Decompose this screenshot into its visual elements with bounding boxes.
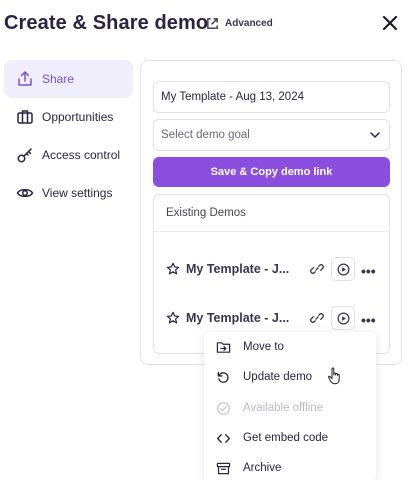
more-options-icon[interactable]: •••	[361, 312, 376, 328]
save-copy-demo-link-button[interactable]: Save & Copy demo link	[153, 157, 390, 187]
existing-demos-title: Existing Demos	[166, 207, 246, 219]
menu-item-label: Archive	[243, 462, 282, 474]
demo-goal-select[interactable]: Select demo goal	[153, 119, 390, 151]
menu-item-move-to[interactable]: Move to	[204, 332, 376, 362]
sidebar-item-share[interactable]: Share	[4, 60, 133, 98]
eye-icon	[16, 188, 34, 198]
menu-item-archive[interactable]: Archive	[204, 453, 376, 480]
sidebar-item-label: Access control	[42, 148, 121, 162]
link-icon[interactable]	[310, 262, 324, 276]
menu-item-label: Available offline	[243, 402, 324, 414]
template-name-input[interactable]: My Template - Aug 13, 2024	[153, 81, 390, 113]
star-icon[interactable]	[166, 262, 180, 276]
sidebar-item-label: Opportunities	[42, 110, 114, 124]
close-icon[interactable]	[381, 14, 399, 32]
demo-title[interactable]: My Template - J...	[186, 311, 304, 325]
dialog-title: Create & Share demo	[4, 12, 209, 34]
more-options-icon[interactable]: •••	[361, 263, 376, 279]
menu-item-available-offline: Available offline	[204, 393, 376, 423]
briefcase-icon	[17, 110, 33, 124]
share-upload-icon	[18, 71, 32, 86]
sidebar-item-label: Share	[42, 72, 75, 86]
sidebar-item-view-settings[interactable]: View settings	[0, 174, 135, 212]
external-link-icon	[207, 18, 218, 29]
play-circle-icon	[337, 312, 349, 324]
existing-demos-card: Existing Demos My Template - J... ••• My…	[153, 194, 390, 354]
demo-row: My Template - J... •••	[166, 257, 386, 281]
key-icon	[17, 148, 32, 163]
code-icon	[217, 433, 230, 443]
advanced-label: Advanced	[225, 18, 273, 29]
sidebar-item-access-control[interactable]: Access control	[0, 136, 135, 174]
menu-item-get-embed-code[interactable]: Get embed code	[204, 423, 376, 453]
dialog-header: Create & Share demo Advanced	[0, 0, 413, 48]
play-circle-icon	[337, 263, 349, 275]
link-icon[interactable]	[310, 311, 324, 325]
menu-item-update-demo[interactable]: Update demo	[204, 362, 376, 392]
hand-cursor-icon	[328, 367, 340, 385]
menu-item-label: Get embed code	[243, 432, 329, 444]
chevron-down-icon	[370, 132, 380, 138]
divider	[154, 231, 389, 232]
share-panel: My Template - Aug 13, 2024 Select demo g…	[140, 60, 402, 365]
advanced-link[interactable]: Advanced	[206, 17, 273, 30]
template-name-value: My Template - Aug 13, 2024	[161, 91, 304, 103]
archive-icon	[216, 462, 231, 474]
move-to-folder-icon	[216, 341, 231, 353]
refresh-icon	[217, 371, 229, 383]
play-demo-button[interactable]	[331, 306, 355, 330]
settings-sidebar: Share Opportunities Access control View …	[0, 60, 135, 212]
menu-item-label: Move to	[243, 341, 284, 353]
sidebar-item-opportunities[interactable]: Opportunities	[0, 98, 135, 136]
demo-row: My Template - J... •••	[166, 306, 386, 330]
star-icon[interactable]	[166, 311, 180, 325]
check-circle-icon	[217, 401, 230, 415]
menu-item-label: Update demo	[243, 371, 313, 383]
demo-title[interactable]: My Template - J...	[186, 262, 304, 276]
demo-context-menu: Move to Update demo Available offline Ge…	[204, 332, 376, 480]
play-demo-button[interactable]	[331, 257, 355, 281]
sidebar-item-label: View settings	[42, 186, 113, 200]
demo-goal-placeholder: Select demo goal	[161, 129, 250, 141]
